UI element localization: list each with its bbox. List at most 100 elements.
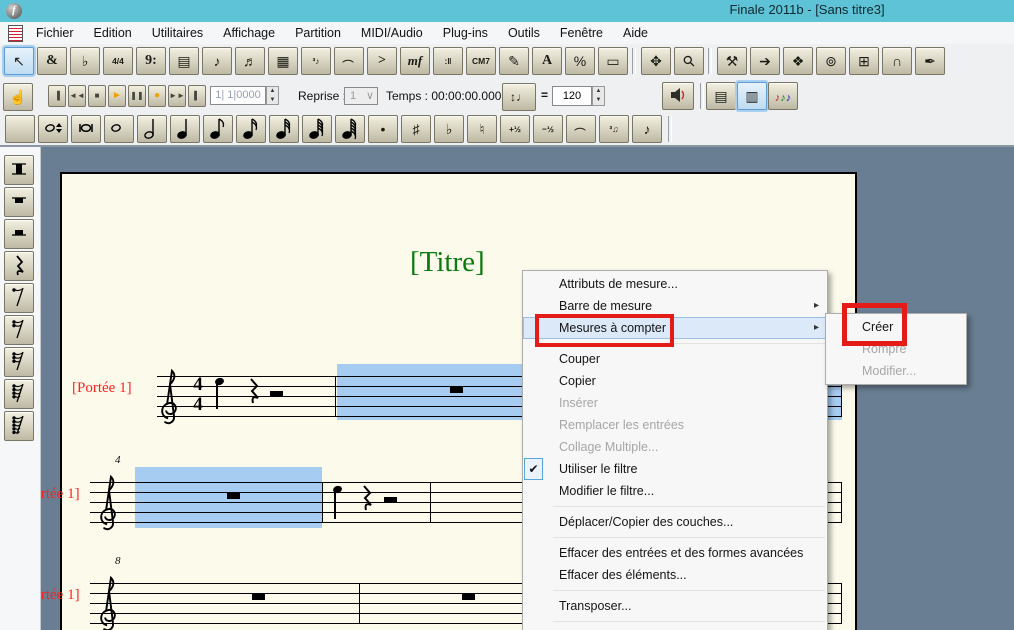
special-tools-tool[interactable]: ⚒ bbox=[717, 47, 747, 75]
reprise-dropdown[interactable]: 1 ∨ bbox=[344, 87, 378, 105]
raise-half-step[interactable]: +½ bbox=[500, 115, 530, 143]
ossia-tool[interactable]: ⊞ bbox=[849, 47, 879, 75]
document-icon[interactable] bbox=[8, 25, 23, 42]
eighth-note[interactable] bbox=[203, 115, 233, 143]
lyrics-tool[interactable]: ✎ bbox=[499, 47, 529, 75]
whole-note[interactable] bbox=[104, 115, 134, 143]
record-button[interactable]: ● bbox=[148, 85, 166, 107]
chord-tool[interactable]: CM7 bbox=[466, 47, 496, 75]
menubar-item-partition[interactable]: Partition bbox=[285, 22, 351, 44]
playback-counter-field[interactable]: 1| 1|0000 bbox=[210, 86, 266, 105]
thirty-second-note[interactable] bbox=[269, 115, 299, 143]
sixty-fourth-rest[interactable] bbox=[4, 379, 34, 409]
menubar-item-plug-ins[interactable]: Plug-ins bbox=[433, 22, 498, 44]
text-tool[interactable]: A bbox=[532, 47, 562, 75]
measure-tool[interactable]: ▤ bbox=[169, 47, 199, 75]
augmentation-dot[interactable]: • bbox=[368, 115, 398, 143]
context-menu-item-modifier-le-filtre[interactable]: Modifier le filtre... bbox=[523, 480, 827, 502]
hundred-twenty-eighth-note-icon bbox=[339, 116, 361, 142]
fast-forward-button[interactable]: ►► bbox=[168, 85, 186, 107]
context-menu-item-attributs-de-mesure[interactable]: Attributs de mesure... bbox=[523, 273, 827, 295]
tuning-tool[interactable]: ✒ bbox=[915, 47, 945, 75]
hyperscribe-tool[interactable]: ▦ bbox=[268, 47, 298, 75]
tie[interactable]: ( bbox=[566, 115, 596, 143]
quarter-note[interactable] bbox=[170, 115, 200, 143]
repeat-tool[interactable]: :‖ bbox=[433, 47, 463, 75]
quarter-rest[interactable] bbox=[4, 251, 34, 281]
playback-settings-button[interactable]: ☝ bbox=[3, 83, 33, 111]
page-view-button[interactable]: ▥ bbox=[737, 82, 767, 110]
double-whole-rest[interactable] bbox=[4, 155, 34, 185]
tempo-spinner[interactable]: ▲▼ bbox=[592, 86, 605, 106]
thirty-second-rest[interactable] bbox=[4, 347, 34, 377]
articulation-tool[interactable]: > bbox=[367, 47, 397, 75]
playback-end-marker-button[interactable]: ▌ bbox=[188, 85, 206, 107]
natural[interactable]: ♮ bbox=[467, 115, 497, 143]
zoom-tool[interactable]: ⚲ bbox=[674, 47, 704, 75]
context-menu-item-déplacer-copier-des-couches[interactable]: Déplacer/Copier des couches... bbox=[523, 511, 827, 533]
clef-tool[interactable]: 9: bbox=[136, 47, 166, 75]
menubar-item-affichage[interactable]: Affichage bbox=[213, 22, 285, 44]
grace-note[interactable]: ♪ bbox=[632, 115, 662, 143]
midi-tool[interactable]: ⊚ bbox=[816, 47, 846, 75]
context-menu-item-transposer[interactable]: Transposer... bbox=[523, 595, 827, 617]
context-menu-item-copier[interactable]: Copier bbox=[523, 370, 827, 392]
time-signature-tool[interactable]: 4/4 bbox=[103, 47, 133, 75]
stop-button[interactable]: ■ bbox=[88, 85, 106, 107]
play-button[interactable]: ► bbox=[108, 85, 126, 107]
duration-selector[interactable] bbox=[38, 115, 68, 143]
mirror-tool[interactable]: ∩ bbox=[882, 47, 912, 75]
sixteenth-note[interactable] bbox=[236, 115, 266, 143]
grabber-tool[interactable]: ✥ bbox=[641, 47, 671, 75]
whole-rest[interactable] bbox=[4, 187, 34, 217]
smart-shape-tool[interactable]: ( bbox=[334, 47, 364, 75]
selection-tool[interactable]: ↖ bbox=[4, 47, 34, 75]
menubar-item-utilitaires[interactable]: Utilitaires bbox=[142, 22, 213, 44]
menubar-item-outils[interactable]: Outils bbox=[498, 22, 550, 44]
counter-spinner[interactable]: ▲▼ bbox=[266, 86, 279, 105]
sixty-fourth-note[interactable] bbox=[302, 115, 332, 143]
hundred-twenty-eighth-rest[interactable] bbox=[4, 411, 34, 441]
speaker-button[interactable] bbox=[662, 82, 694, 110]
half-rest[interactable] bbox=[4, 219, 34, 249]
sharp[interactable]: ♯ bbox=[401, 115, 431, 143]
context-menu-item-ajouter-des-mesures[interactable]: Ajouter des mesures... bbox=[523, 626, 827, 630]
half-note[interactable] bbox=[137, 115, 167, 143]
speedy-entry-tool[interactable]: ♬ bbox=[235, 47, 265, 75]
expression-tool[interactable]: mf bbox=[400, 47, 430, 75]
playback-start-marker-button[interactable]: ▐ bbox=[48, 85, 66, 107]
eraser-tool[interactable] bbox=[5, 115, 35, 143]
breve-note[interactable] bbox=[71, 115, 101, 143]
simple-entry-tool[interactable]: ♪ bbox=[202, 47, 232, 75]
hundred-twenty-eighth-note[interactable] bbox=[335, 115, 365, 143]
eighth-rest[interactable] bbox=[4, 283, 34, 313]
resize-tool[interactable]: % bbox=[565, 47, 595, 75]
tuplet-definition[interactable]: ³♫ bbox=[599, 115, 629, 143]
rewind-button[interactable]: ◄◄ bbox=[68, 85, 86, 107]
staff-tool[interactable]: & bbox=[37, 47, 67, 75]
context-menu-item-couper[interactable]: Couper bbox=[523, 348, 827, 370]
studio-view-button[interactable]: ♪♪♪ bbox=[768, 82, 798, 110]
tempo-field[interactable]: 120 bbox=[552, 86, 592, 106]
context-menu-item-remplacer-les-entrées: Remplacer les entrées bbox=[523, 414, 827, 436]
context-menu-item-effacer-des-éléments[interactable]: Effacer des éléments... bbox=[523, 564, 827, 586]
context-menu-item-effacer-des-entrées-et-des-formes-avancées[interactable]: Effacer des entrées et des formes avancé… bbox=[523, 542, 827, 564]
graphics-tool[interactable]: ❖ bbox=[783, 47, 813, 75]
lower-half-step[interactable]: −½ bbox=[533, 115, 563, 143]
menubar-item-fichier[interactable]: Fichier bbox=[26, 22, 84, 44]
context-menu-item-utiliser-le-filtre[interactable]: Utiliser le filtre✔ bbox=[523, 458, 827, 480]
menubar-item-midi-audio[interactable]: MIDI/Audio bbox=[351, 22, 433, 44]
sixteenth-rest[interactable] bbox=[4, 315, 34, 345]
menubar-item-aide[interactable]: Aide bbox=[613, 22, 658, 44]
menubar-item-fen-tre[interactable]: Fenêtre bbox=[550, 22, 613, 44]
menubar-item-edition[interactable]: Edition bbox=[84, 22, 142, 44]
pause-button[interactable]: ❚❚ bbox=[128, 85, 146, 107]
thirty-second-note-icon bbox=[273, 116, 295, 142]
note-mover-tool[interactable]: ➔ bbox=[750, 47, 780, 75]
page-layout-tool[interactable]: ▭ bbox=[598, 47, 628, 75]
flat[interactable]: ♭ bbox=[434, 115, 464, 143]
tuplet-tool[interactable]: ³♪ bbox=[301, 47, 331, 75]
key-signature-tool[interactable]: ♭ bbox=[70, 47, 100, 75]
tempo-unit-button[interactable]: ↕♩ bbox=[502, 83, 536, 111]
scroll-view-button[interactable]: ▤ bbox=[706, 82, 736, 110]
